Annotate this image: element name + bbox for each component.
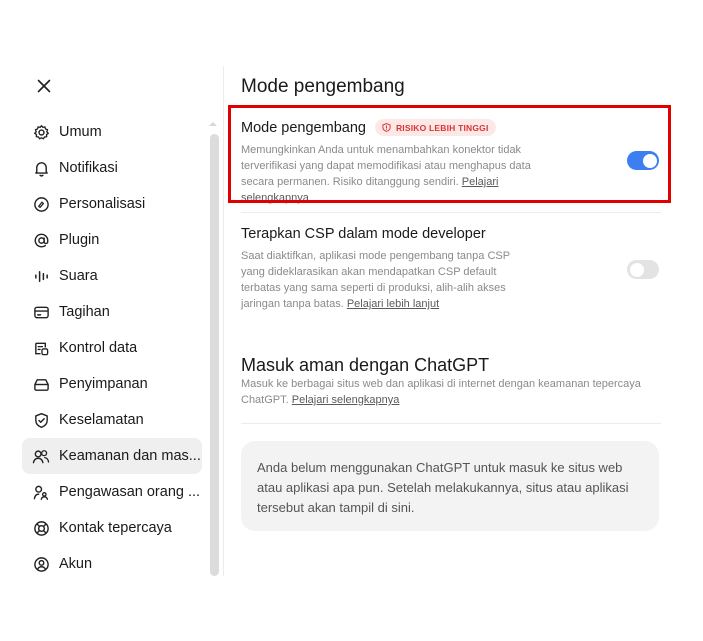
sidebar-item-kontrol-data[interactable]: Kontrol data (22, 330, 202, 366)
signin-learn-more-link[interactable]: Pelajari selengkapnya (292, 394, 400, 406)
signin-setting: Masuk ke berbagai situs web dan aplikasi… (241, 376, 661, 408)
sidebar-item-keselamatan[interactable]: Keselamatan (22, 402, 202, 438)
sidebar-item-tagihan[interactable]: Tagihan (22, 294, 202, 330)
sidebar-item-label: Pengawasan orang ... (59, 484, 201, 500)
empty-state-message: Anda belum menggunakan ChatGPT untuk mas… (257, 460, 629, 515)
csp-description: Saat diaktifkan, aplikasi mode pengemban… (241, 248, 531, 312)
personalize-icon (32, 195, 50, 213)
signin-description: Masuk ke berbagai situs web dan aplikasi… (241, 376, 641, 408)
sidebar-item-penyimpanan[interactable]: Penyimpanan (22, 366, 202, 402)
sidebar-item-personalisasi[interactable]: Personalisasi (22, 186, 202, 222)
gear-icon (32, 123, 50, 141)
sidebar-item-label: Penyimpanan (59, 376, 148, 392)
sidebar-item-label: Plugin (59, 232, 100, 248)
parent-icon (32, 483, 50, 501)
waveform-icon (32, 267, 50, 285)
account-icon (32, 555, 50, 573)
sidebar-item-label: Tagihan (59, 304, 110, 320)
sidebar-item-akun[interactable]: Akun (22, 546, 202, 582)
shield-check-icon (32, 411, 50, 429)
section-title: Mode pengembang (241, 76, 405, 97)
close-icon (37, 79, 51, 93)
csp-setting: Terapkan CSP dalam mode developer Saat d… (241, 226, 661, 312)
highlight-box (228, 105, 671, 203)
card-icon (32, 303, 50, 321)
sidebar-item-label: Kontrol data (59, 340, 138, 356)
csp-title: Terapkan CSP dalam mode developer (241, 226, 486, 242)
divider (241, 212, 661, 213)
settings-sidebar: Umum Notifikasi Personalisasi Plugin Sua… (22, 114, 202, 582)
lifebuoy-icon (32, 519, 50, 537)
empty-state-box: Anda belum menggunakan ChatGPT untuk mas… (241, 441, 659, 531)
people-icon (32, 447, 50, 465)
sidebar-item-label: Notifikasi (59, 160, 118, 176)
sidebar-item-label: Keamanan dan mas... (59, 448, 201, 464)
sidebar-item-notifikasi[interactable]: Notifikasi (22, 150, 202, 186)
sidebar-item-label: Keselamatan (59, 412, 144, 428)
sidebar-item-label: Suara (59, 268, 98, 284)
sidebar-item-label: Kontak tepercaya (59, 520, 172, 536)
sidebar-item-plugin[interactable]: Plugin (22, 222, 202, 258)
sidebar-scrollbar[interactable] (210, 134, 219, 576)
sidebar-item-umum[interactable]: Umum (22, 114, 202, 150)
signin-title: Masuk aman dengan ChatGPT (241, 355, 490, 375)
sidebar-item-pengawasan[interactable]: Pengawasan orang ... (22, 474, 202, 510)
sidebar-item-label: Akun (59, 556, 93, 572)
sidebar-item-label: Umum (59, 124, 102, 140)
storage-icon (32, 375, 50, 393)
scroll-up-arrow-icon[interactable] (208, 116, 218, 126)
close-button[interactable] (30, 72, 58, 100)
sidebar-item-keamanan[interactable]: Keamanan dan mas... (22, 438, 202, 474)
sidebar-item-kontak-tepercaya[interactable]: Kontak tepercaya (22, 510, 202, 546)
sidebar-item-label: Personalisasi (59, 196, 146, 212)
bell-icon (32, 159, 50, 177)
at-icon (32, 231, 50, 249)
vertical-divider (223, 66, 224, 576)
sidebar-item-suara[interactable]: Suara (22, 258, 202, 294)
divider (241, 423, 661, 424)
csp-toggle[interactable] (627, 260, 659, 279)
csp-learn-more-link[interactable]: Pelajari lebih lanjut (347, 298, 439, 310)
data-control-icon (32, 339, 50, 357)
